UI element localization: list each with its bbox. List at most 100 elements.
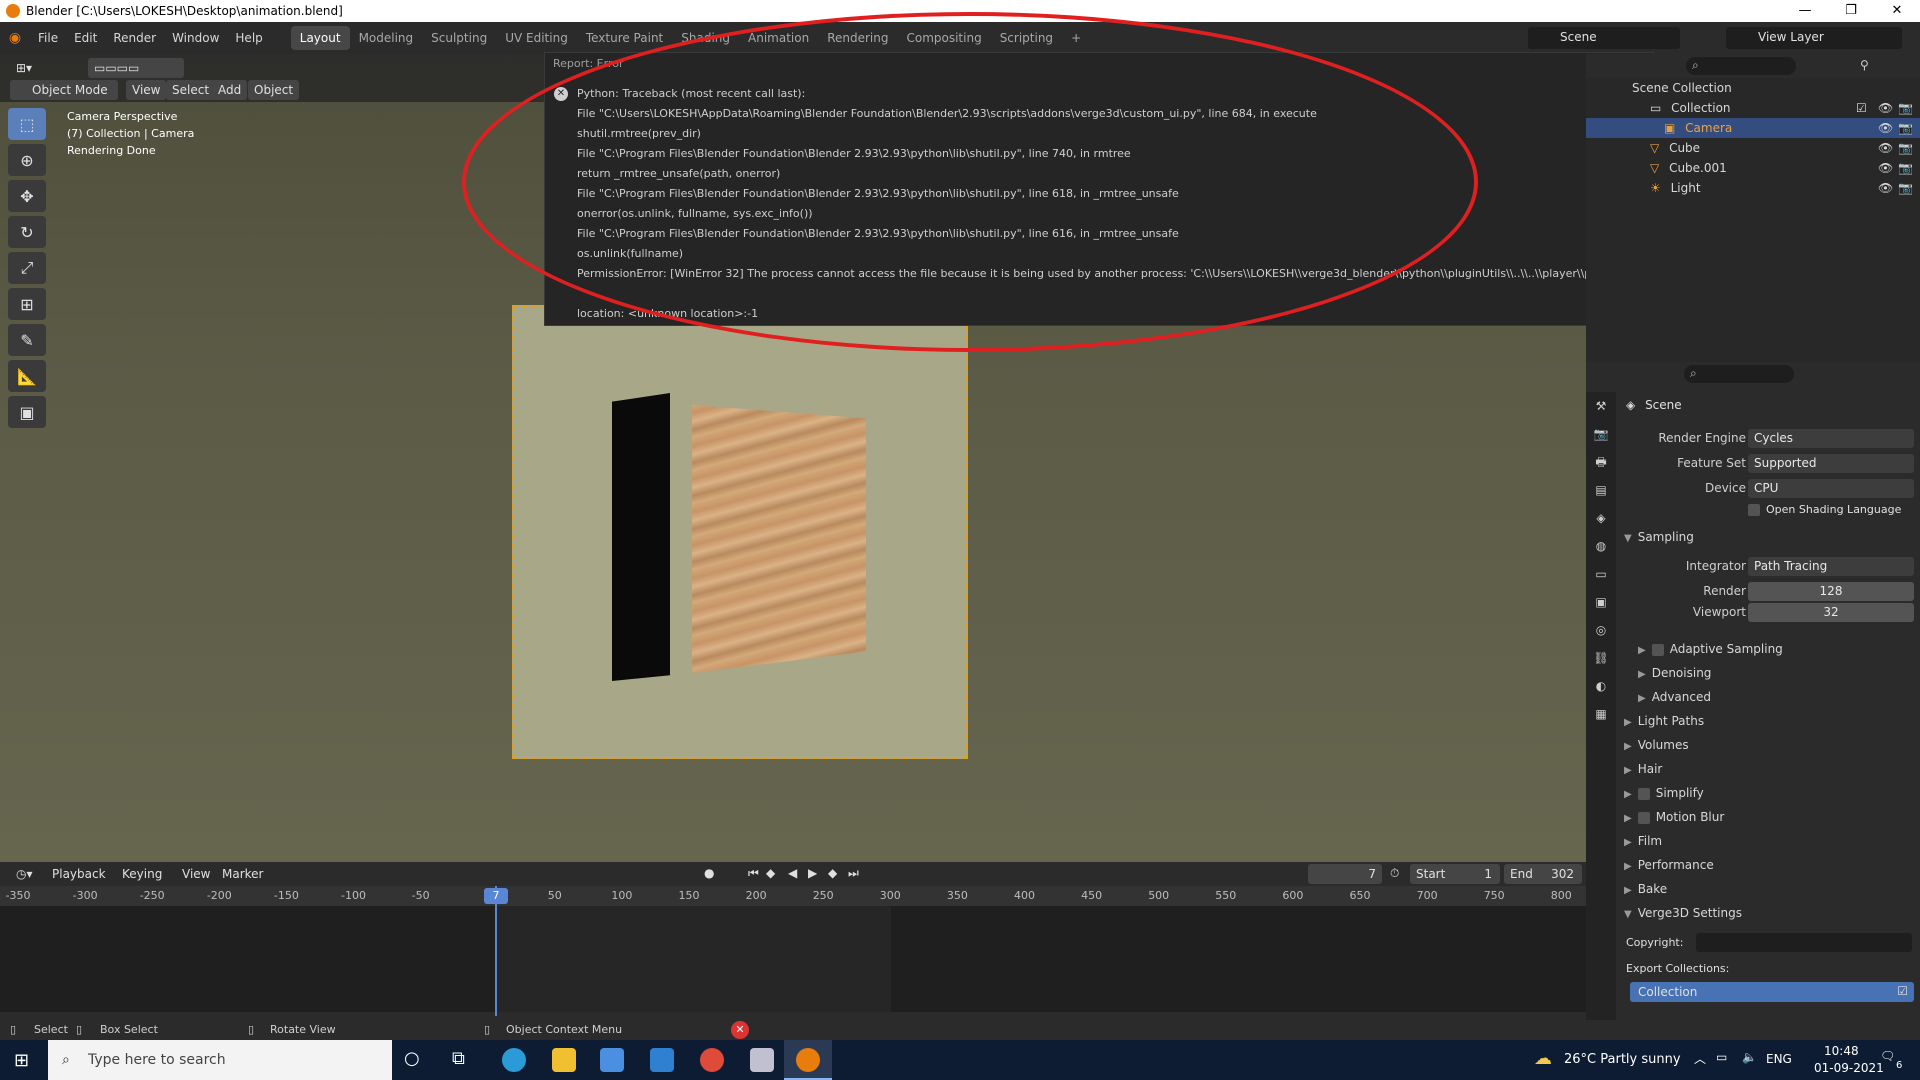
tab-uv-editing[interactable]: UV Editing	[496, 26, 577, 50]
keying-menu[interactable]: Keying	[116, 864, 168, 884]
maximize-button[interactable]: ❐	[1828, 0, 1874, 22]
playback-menu[interactable]: Playback	[46, 864, 112, 884]
section-hair[interactable]: ▶ Hair	[1624, 762, 1662, 776]
eye-icon[interactable]: 👁	[1878, 158, 1893, 178]
clock-time[interactable]: 10:48	[1824, 1044, 1859, 1058]
select-box-tool[interactable]: ⬚	[8, 108, 46, 140]
device-dropdown[interactable]: CPU	[1748, 479, 1914, 498]
next-keyframe-icon[interactable]: ◆	[828, 866, 837, 880]
task-view-icon[interactable]: ⧉	[452, 1048, 465, 1069]
checkbox-icon[interactable]	[1637, 811, 1650, 824]
section-verge3d-settings[interactable]: ▼ Verge3D Settings	[1624, 906, 1742, 920]
checkbox-icon[interactable]: ☑	[1856, 98, 1867, 118]
weather-text[interactable]: 26°C Partly sunny	[1564, 1052, 1681, 1067]
menu-edit[interactable]: Edit	[66, 22, 105, 54]
blender-menu-icon[interactable]: ◉	[0, 30, 30, 46]
add-cube-tool[interactable]: ▣	[8, 396, 46, 428]
section-simplify[interactable]: ▶ Simplify	[1624, 786, 1704, 800]
section-sampling[interactable]: ▼ Sampling	[1624, 530, 1694, 544]
section-film[interactable]: ▶ Film	[1624, 834, 1662, 848]
tab-compositing[interactable]: Compositing	[897, 26, 990, 50]
outliner-item-cube[interactable]: ▽ Cube 👁 📷	[1586, 138, 1920, 158]
outliner-item-light[interactable]: ☀ Light 👁 📷	[1586, 178, 1920, 198]
eye-icon[interactable]: 👁	[1878, 138, 1893, 158]
copyright-input[interactable]	[1696, 933, 1912, 952]
menu-window[interactable]: Window	[164, 22, 227, 54]
select-mode-buttons[interactable]: ▭▭▭▭	[88, 58, 184, 78]
store-icon[interactable]	[600, 1048, 624, 1072]
camera-render-icon[interactable]: 📷	[1898, 158, 1913, 178]
windows-start-icon[interactable]: ⊞	[14, 1050, 29, 1071]
camera-render-icon[interactable]: 📷	[1898, 178, 1913, 198]
constraints-tab-icon[interactable]: ⛓	[1586, 644, 1616, 672]
playhead[interactable]	[495, 886, 497, 1016]
taskbar-search-box[interactable]: ⌕ Type here to search	[48, 1040, 392, 1080]
annotate-tool[interactable]: ✎	[8, 324, 46, 356]
section-motion-blur[interactable]: ▶ Motion Blur	[1624, 810, 1724, 824]
object-menu[interactable]: Object	[248, 80, 300, 100]
camera-render-icon[interactable]: 📷	[1898, 138, 1913, 158]
language-indicator[interactable]: ENG	[1766, 1052, 1792, 1066]
scale-tool[interactable]: ⤢	[8, 252, 46, 284]
play-icon[interactable]: ▶	[808, 866, 817, 880]
tab-animation[interactable]: Animation	[739, 26, 818, 50]
object-tab-icon[interactable]: ▣	[1586, 588, 1616, 616]
jump-end-icon[interactable]: ⏭	[848, 866, 859, 881]
timeline-keyframe-area[interactable]	[0, 906, 1586, 1012]
clock-date[interactable]: 01-09-2021	[1814, 1061, 1884, 1075]
editor-type-button[interactable]: ⊞▾	[10, 58, 38, 78]
render-tab-icon[interactable]: 📷	[1586, 420, 1616, 448]
menu-file[interactable]: File	[30, 22, 66, 54]
app-icon[interactable]	[750, 1048, 774, 1072]
network-icon[interactable]: ▭	[1716, 1050, 1727, 1064]
minimize-button[interactable]: —	[1782, 0, 1828, 22]
eye-icon[interactable]: 👁	[1878, 178, 1893, 198]
checkbox-icon[interactable]	[1637, 787, 1650, 800]
prev-keyframe-icon[interactable]: ◆	[766, 866, 775, 880]
menu-help[interactable]: Help	[227, 22, 270, 54]
section-light-paths[interactable]: ▶ Light Paths	[1624, 714, 1704, 728]
texture-tab-icon[interactable]: ▦	[1586, 700, 1616, 728]
blender-taskbar-button[interactable]	[784, 1040, 832, 1080]
outliner-item-camera[interactable]: ▣ Camera 👁 📷	[1586, 118, 1920, 138]
outliner-item-cube-001[interactable]: ▽ Cube.001 👁 📷	[1586, 158, 1920, 178]
mail-icon[interactable]	[650, 1048, 674, 1072]
world-tab-icon[interactable]: ◍	[1586, 532, 1616, 560]
integrator-dropdown[interactable]: Path Tracing	[1748, 557, 1914, 576]
scene-tab-icon[interactable]: ◈	[1586, 504, 1616, 532]
add-menu[interactable]: Add	[212, 80, 248, 100]
editor-type-button[interactable]: ◷▾	[10, 864, 39, 884]
subsection-adaptive-sampling[interactable]: ▶ Adaptive Sampling	[1638, 642, 1783, 656]
cortana-icon[interactable]: ○	[404, 1048, 420, 1069]
tab-shading[interactable]: Shading	[672, 26, 739, 50]
physics-tab-icon[interactable]: ◎	[1586, 616, 1616, 644]
object-mode-dropdown[interactable]: Object Mode	[10, 80, 118, 100]
outliner-item-collection[interactable]: ▭ Collection ☑ 👁 📷	[1586, 98, 1920, 118]
section-performance[interactable]: ▶ Performance	[1624, 858, 1714, 872]
close-button[interactable]: ✕	[1874, 0, 1920, 22]
chrome-icon[interactable]	[700, 1048, 724, 1072]
osl-checkbox[interactable]: Open Shading Language	[1748, 503, 1901, 516]
tab-modeling[interactable]: Modeling	[350, 26, 423, 50]
weather-icon[interactable]: ☁	[1534, 1048, 1552, 1069]
camera-render-icon[interactable]: 📷	[1898, 118, 1913, 138]
add-workspace-button[interactable]: +	[1062, 26, 1090, 50]
timeline-ruler[interactable]: -350-300-250-200-150-100-500501001502002…	[0, 886, 1586, 906]
start-frame-field[interactable]: Start 1	[1410, 864, 1500, 884]
collection-tab-icon[interactable]: ▭	[1586, 560, 1616, 588]
section-volumes[interactable]: ▶ Volumes	[1624, 738, 1689, 752]
select-menu[interactable]: Select	[166, 80, 216, 100]
tool-tab-icon[interactable]: ⚒	[1586, 392, 1616, 420]
error-status-icon[interactable]: ✕	[731, 1021, 749, 1039]
feature-set-dropdown[interactable]: Supported	[1748, 454, 1914, 473]
camera-render-icon[interactable]: 📷	[1898, 98, 1913, 118]
outliner-root[interactable]: Scene Collection	[1586, 78, 1920, 98]
edge-icon[interactable]	[502, 1048, 526, 1072]
menu-render[interactable]: Render	[105, 22, 164, 54]
cursor-tool[interactable]: ⊕	[8, 144, 46, 176]
export-collection-item[interactable]: Collection ☑	[1630, 982, 1914, 1002]
file-explorer-icon[interactable]	[552, 1048, 576, 1072]
render-engine-dropdown[interactable]: Cycles	[1748, 429, 1914, 448]
jump-start-icon[interactable]: ⏮	[748, 866, 759, 881]
outliner-search-input[interactable]: ⌕	[1686, 57, 1796, 75]
